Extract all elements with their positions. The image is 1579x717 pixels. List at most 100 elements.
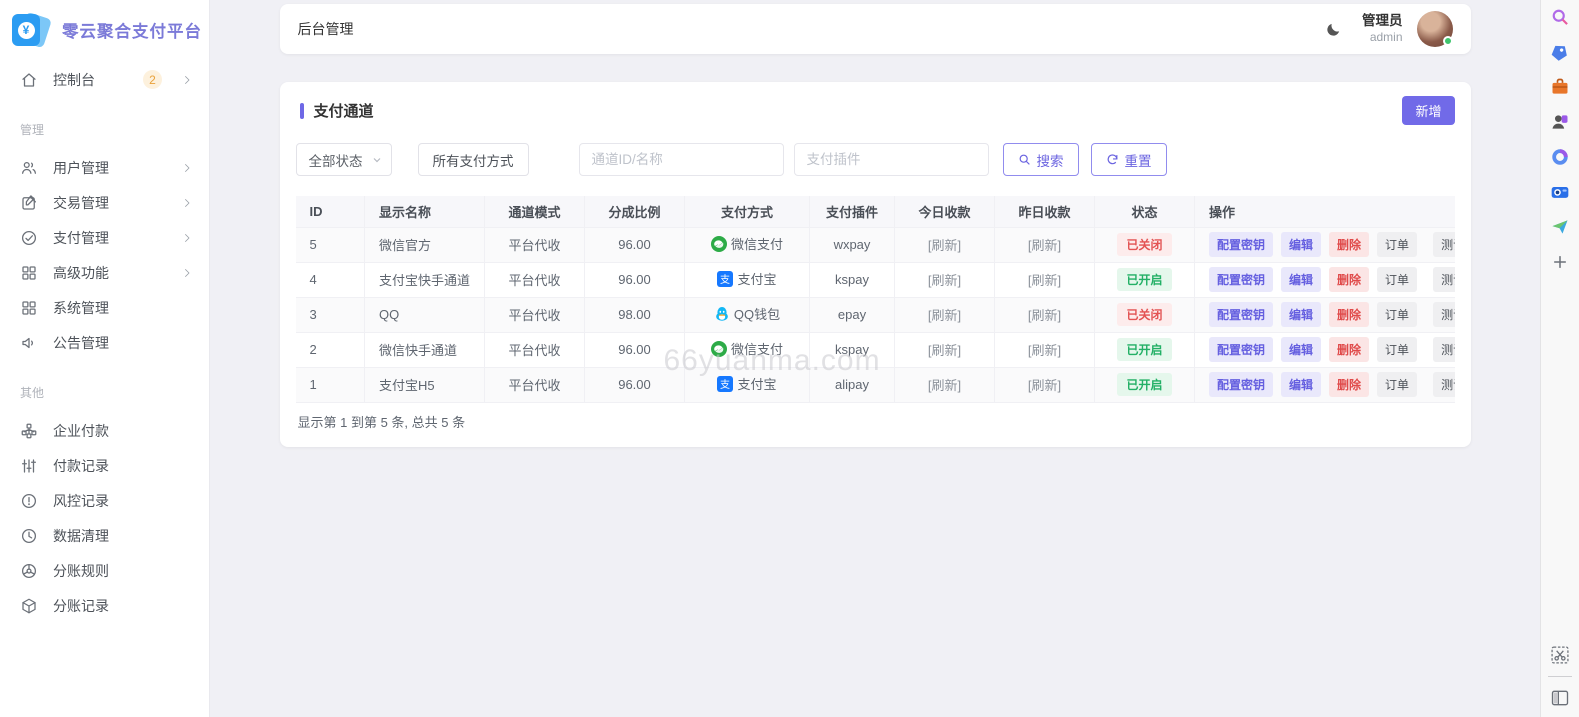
cube-icon [20,597,38,615]
sidebar-item-risk-records[interactable]: 风控记录 [0,483,209,518]
order-button[interactable]: 订单 [1377,372,1417,397]
status-filter-select[interactable]: 全部状态 [296,143,392,176]
edit-button[interactable]: 编辑 [1281,337,1321,362]
channel-search-input[interactable] [579,143,784,176]
sidebar-item-payment-records[interactable]: 付款记录 [0,448,209,483]
test-button[interactable]: 测试 [1433,302,1454,327]
sidebar-item-advanced-features[interactable]: 高级功能 [0,255,209,290]
ring-ext-icon[interactable] [1549,146,1571,168]
edit-button[interactable]: 编辑 [1281,372,1321,397]
camera-ext-icon[interactable] [1549,181,1571,203]
add-ext-icon[interactable] [1549,251,1571,273]
sidebar-item-trade-management[interactable]: 交易管理 [0,185,209,220]
dark-mode-toggle[interactable] [1318,14,1348,44]
sidebar: ¥ 零云聚合支付平台 控制台2管理用户管理交易管理支付管理高级功能系统管理公告管… [0,0,210,717]
refresh-yesterday-link[interactable]: [刷新] [1028,308,1061,323]
app-title: 零云聚合支付平台 [62,18,202,42]
wechat-pay-icon [711,236,727,252]
payment-channels-card: 支付通道 新增 全部状态 所有支付方式 [280,82,1471,447]
refresh-today-link[interactable]: [刷新] [928,273,961,288]
delete-button[interactable]: 删除 [1329,337,1369,362]
reset-button[interactable]: 重置 [1091,143,1167,176]
avatar[interactable] [1417,11,1453,47]
order-button[interactable]: 订单 [1377,232,1417,257]
configure-key-button[interactable]: 配置密钥 [1209,372,1273,397]
refresh-today-link[interactable]: [刷新] [928,378,961,393]
sidebar-item-dashboard[interactable]: 控制台2 [0,62,209,97]
sidebar-item-split-rules[interactable]: 分账规则 [0,553,209,588]
sidebar-item-label: 控制台 [53,70,128,90]
delete-button[interactable]: 删除 [1329,302,1369,327]
cell-pay-method: 支支付宝 [685,262,810,297]
test-button[interactable]: 测试 [1433,267,1454,292]
cell-pay-method: 微信支付 [685,227,810,262]
cell-today: [刷新] [895,297,995,332]
refresh-yesterday-link[interactable]: [刷新] [1028,343,1061,358]
cell-rate: 96.00 [585,367,685,402]
app-logo[interactable]: ¥ 零云聚合支付平台 [0,6,209,62]
alipay-icon: 支 [717,271,733,287]
user-ext-icon[interactable] [1549,111,1571,133]
order-button[interactable]: 订单 [1377,302,1417,327]
test-button[interactable]: 测试 [1433,232,1454,257]
sidebar-item-user-management[interactable]: 用户管理 [0,150,209,185]
cell-yesterday: [刷新] [995,297,1095,332]
cell-plugin: kspay [810,332,895,367]
cell-today: [刷新] [895,332,995,367]
sidebar-item-label: 付款记录 [53,456,193,476]
cell-today: [刷新] [895,227,995,262]
panel-ext-icon[interactable] [1549,687,1571,709]
sidebar-item-label: 企业付款 [53,421,193,441]
qq-wallet-icon [714,306,730,322]
pay-type-filter-button[interactable]: 所有支付方式 [418,143,529,176]
configure-key-button[interactable]: 配置密钥 [1209,267,1273,292]
add-button[interactable]: 新增 [1402,96,1454,125]
refresh-yesterday-link[interactable]: [刷新] [1028,238,1061,253]
column-header: 支付方式 [685,196,810,227]
pagination-summary: 显示第 1 到第 5 条, 总共 5 条 [296,403,1455,437]
configure-key-button[interactable]: 配置密钥 [1209,302,1273,327]
test-button[interactable]: 测试 [1433,337,1454,362]
refresh-icon [1106,153,1119,166]
tag-ext-icon[interactable] [1549,41,1571,63]
sidebar-item-announcement-management[interactable]: 公告管理 [0,325,209,360]
delete-button[interactable]: 删除 [1329,267,1369,292]
configure-key-button[interactable]: 配置密钥 [1209,337,1273,362]
search-button[interactable]: 搜索 [1003,143,1079,176]
search-ext-icon[interactable] [1549,6,1571,28]
user-info[interactable]: 管理员 admin [1362,13,1403,45]
breadcrumb: 后台管理 [298,19,354,39]
refresh-today-link[interactable]: [刷新] [928,308,961,323]
sidebar-item-system-management[interactable]: 系统管理 [0,290,209,325]
nodes-icon [20,422,38,440]
refresh-today-link[interactable]: [刷新] [928,238,961,253]
refresh-yesterday-link[interactable]: [刷新] [1028,273,1061,288]
cell-id: 4 [296,262,365,297]
send-ext-icon[interactable] [1549,216,1571,238]
column-header: 操作 [1195,196,1455,227]
sidebar-item-split-records[interactable]: 分账记录 [0,588,209,623]
plugin-search-input[interactable] [794,143,989,176]
test-button[interactable]: 测试 [1433,372,1454,397]
edit-button[interactable]: 编辑 [1281,267,1321,292]
cell-plugin: epay [810,297,895,332]
edit-button[interactable]: 编辑 [1281,302,1321,327]
user-name: 管理员 [1362,13,1403,30]
refresh-today-link[interactable]: [刷新] [928,343,961,358]
title-accent-bar [300,103,304,119]
briefcase-ext-icon[interactable] [1549,76,1571,98]
cell-plugin: alipay [810,367,895,402]
order-button[interactable]: 订单 [1377,267,1417,292]
scissors-ext-icon[interactable] [1549,644,1571,666]
order-button[interactable]: 订单 [1377,337,1417,362]
sidebar-item-enterprise-payment[interactable]: 企业付款 [0,413,209,448]
sidebar-item-payment-management[interactable]: 支付管理 [0,220,209,255]
configure-key-button[interactable]: 配置密钥 [1209,232,1273,257]
svg-text:支: 支 [720,274,730,286]
sidebar-item-data-cleanup[interactable]: 数据清理 [0,518,209,553]
refresh-yesterday-link[interactable]: [刷新] [1028,378,1061,393]
alipay-icon: 支 [717,376,733,392]
delete-button[interactable]: 删除 [1329,372,1369,397]
delete-button[interactable]: 删除 [1329,232,1369,257]
edit-button[interactable]: 编辑 [1281,232,1321,257]
